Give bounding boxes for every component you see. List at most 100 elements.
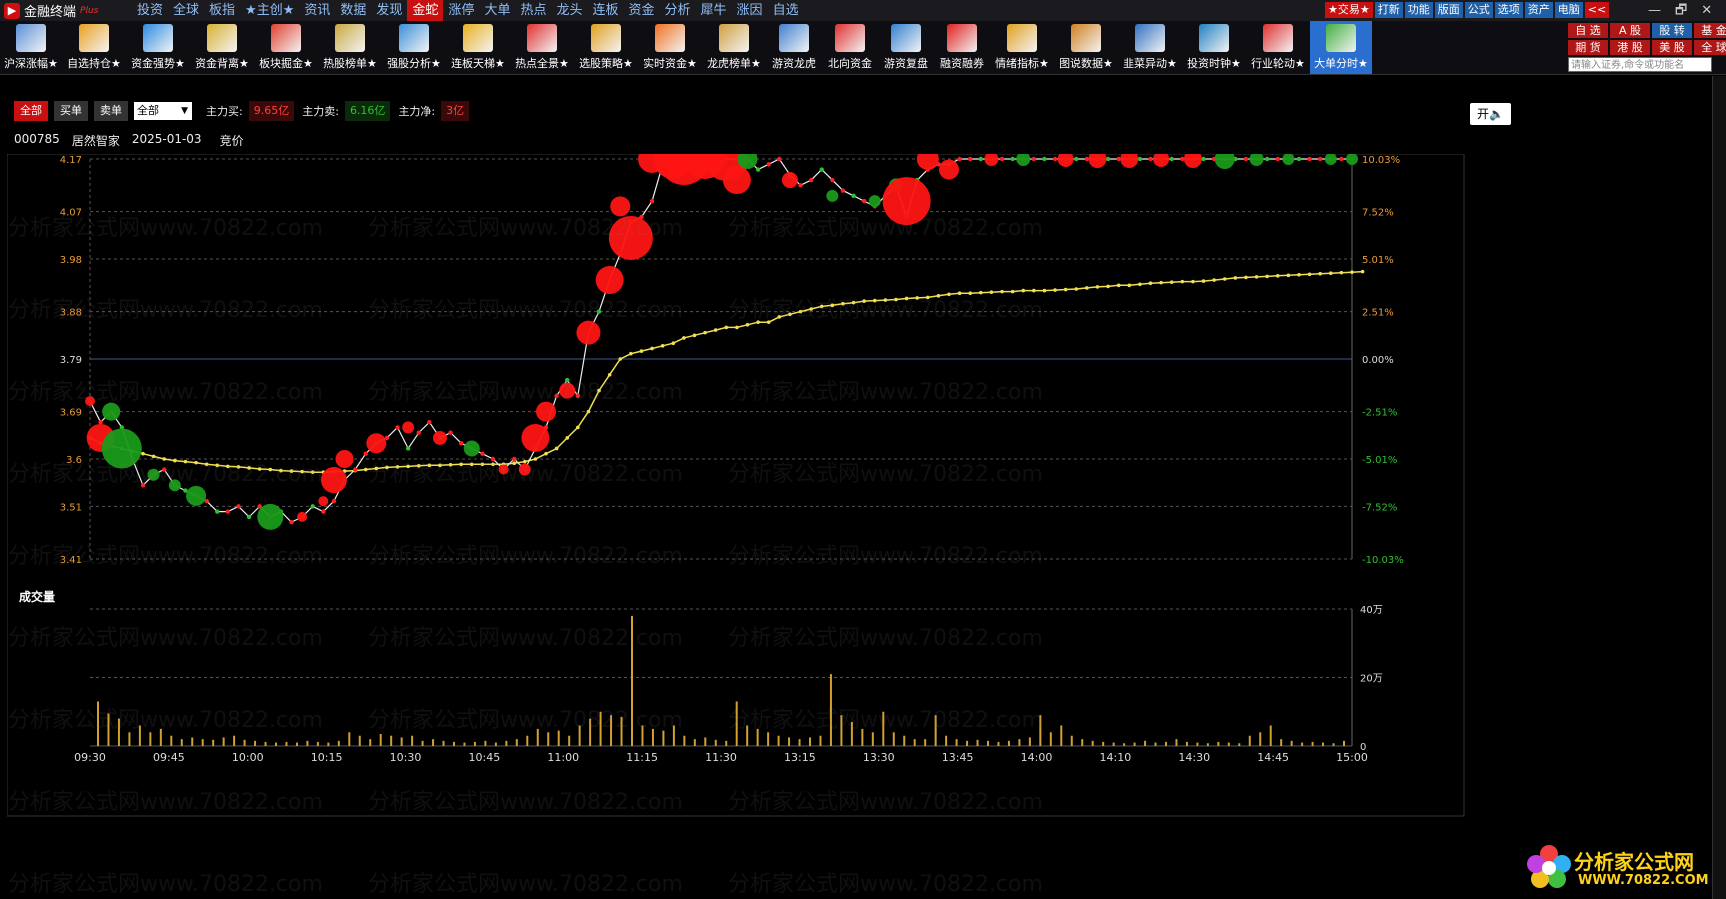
top-button-5[interactable]: 选项 — [1494, 2, 1523, 18]
market-tab-7[interactable]: 全 球 — [1694, 40, 1726, 55]
top-button-4[interactable]: 公式 — [1464, 2, 1493, 18]
top-button-0[interactable]: ★交易★ — [1325, 2, 1373, 18]
price-point — [851, 193, 856, 199]
intraday-chart[interactable]: 4.17 10.03% 4.07 7.52% 3.98 5.01% 3.88 2.51% 3.7… — [7, 154, 1707, 894]
right-sidebar-scroll[interactable] — [1712, 76, 1726, 899]
menu-item-7[interactable]: 金蛇 — [407, 0, 444, 21]
toolbar-item-18[interactable]: 韭菜异动★ — [1118, 21, 1182, 74]
market-tab-5[interactable]: 港 股 — [1610, 40, 1650, 55]
menu-item-13[interactable]: 资金 — [624, 0, 660, 21]
menu-item-9[interactable]: 大单 — [479, 0, 515, 21]
filter-type-select[interactable]: 全部 ▼ — [134, 102, 192, 120]
toolbar-tool-icon — [143, 24, 173, 52]
market-tab-1[interactable]: A 股 — [1610, 23, 1650, 38]
toolbar-item-3[interactable]: 资金背离★ — [190, 21, 254, 74]
menu-item-11[interactable]: 龙头 — [551, 0, 587, 21]
average-price-dot — [576, 425, 580, 430]
average-price-dot — [586, 409, 591, 414]
toolbar-item-0[interactable]: 沪深涨幅★ — [0, 21, 62, 74]
toolbar-item-10[interactable]: 实时资金★ — [638, 21, 702, 74]
average-price-dot — [745, 322, 750, 327]
toolbar-item-8[interactable]: 热点全景★ — [510, 21, 574, 74]
toolbar-item-16[interactable]: 情绪指标★ — [990, 21, 1054, 74]
menu-item-17[interactable]: 自选 — [768, 0, 804, 21]
toolbar-item-5[interactable]: 热股榜单★ — [318, 21, 382, 74]
top-button-8[interactable]: << — [1584, 2, 1610, 18]
toolbar-item-9[interactable]: 选股策略★ — [574, 21, 638, 74]
menu-item-3[interactable]: ★主创★ — [240, 0, 299, 21]
menu-item-1[interactable]: 全球 — [168, 0, 204, 21]
toolbar-item-7[interactable]: 连板天梯★ — [446, 21, 510, 74]
toolbar-item-20[interactable]: 行业轮动★ — [1246, 21, 1310, 74]
order-bubble-sell — [1346, 154, 1358, 165]
stock-name: 居然智家 — [71, 134, 120, 148]
menu-item-6[interactable]: 发现 — [371, 0, 407, 21]
market-tab-0[interactable]: 自 选 — [1568, 23, 1608, 38]
price-point — [957, 156, 962, 162]
sound-toggle-button[interactable]: 开🔈 — [1470, 103, 1511, 125]
toolbar-item-13[interactable]: 北向资金 — [822, 21, 878, 74]
menu-item-5[interactable]: 数据 — [335, 0, 371, 21]
top-button-7[interactable]: 电脑 — [1554, 2, 1583, 18]
order-bubble-sell — [101, 428, 142, 469]
market-tab-4[interactable]: 期 货 — [1568, 40, 1608, 55]
average-price-dot — [204, 462, 209, 467]
toolbar-item-6[interactable]: 强股分析★ — [382, 21, 446, 74]
time-tick-label: 10:45 — [469, 751, 501, 764]
average-price-dot — [618, 357, 623, 361]
toolbar-item-11[interactable]: 龙虎榜单★ — [702, 21, 766, 74]
menu-item-16[interactable]: 涨因 — [732, 0, 768, 21]
price-point — [1296, 156, 1302, 162]
average-price-dot — [894, 297, 898, 302]
menu-item-10[interactable]: 热点 — [515, 0, 551, 21]
average-price-dot — [1350, 270, 1354, 274]
top-button-3[interactable]: 版面 — [1434, 2, 1463, 18]
toolbar-item-21[interactable]: 大单分时★ — [1310, 21, 1372, 74]
stock-mode: 竞价 — [219, 134, 244, 148]
menu-item-2[interactable]: 板指 — [204, 0, 240, 21]
average-price-dot — [257, 467, 262, 471]
market-tab-2[interactable]: 股 转 — [1652, 23, 1692, 38]
average-price-dot — [1328, 271, 1333, 276]
toolbar-item-17[interactable]: 图说数据★ — [1054, 21, 1118, 74]
average-price-dot — [183, 459, 188, 464]
price-tick-label: 3.41 — [60, 555, 82, 566]
menu-item-12[interactable]: 连板 — [587, 0, 623, 21]
toolbar-item-2[interactable]: 资金强势★ — [126, 21, 190, 74]
average-price-dot — [448, 462, 453, 467]
menu-item-15[interactable]: 犀牛 — [696, 0, 732, 21]
stock-date: 2025-01-03 — [131, 132, 202, 146]
toolbar-item-15[interactable]: 融资融券 — [934, 21, 990, 74]
order-bubble-buy — [781, 172, 798, 189]
top-button-2[interactable]: 功能 — [1404, 2, 1433, 18]
menu-item-0[interactable]: 投资 — [132, 0, 168, 21]
price-point — [512, 456, 517, 462]
restore-icon[interactable]: 🗗 — [1675, 0, 1687, 21]
minimize-icon[interactable]: — — [1648, 0, 1661, 21]
top-button-1[interactable]: 打新 — [1374, 2, 1403, 18]
filter-all-button[interactable]: 全部 — [14, 101, 48, 121]
order-bubble-buy — [1183, 154, 1202, 168]
price-point — [162, 467, 167, 472]
menu-item-4[interactable]: 资讯 — [299, 0, 335, 21]
toolbar-item-4[interactable]: 板块掘金★ — [254, 21, 318, 74]
filter-buy-button[interactable]: 买单 — [54, 101, 88, 121]
market-tab-3[interactable]: 基 金 — [1694, 23, 1726, 38]
average-price-dot — [151, 454, 156, 459]
price-point — [1084, 156, 1090, 162]
close-icon[interactable]: ✕ — [1701, 0, 1712, 21]
top-button-6[interactable]: 资产 — [1524, 2, 1553, 18]
average-price-dot — [427, 463, 432, 468]
price-point — [649, 198, 655, 204]
toolbar-item-12[interactable]: 游资龙虎 — [766, 21, 822, 74]
menu-item-14[interactable]: 分析 — [660, 0, 696, 21]
toolbar-item-1[interactable]: 自选持仓★ — [62, 21, 126, 74]
search-input[interactable]: 请输入证券,命令或功能名 — [1568, 57, 1712, 72]
market-tab-6[interactable]: 美 股 — [1652, 40, 1692, 55]
toolbar-item-14[interactable]: 游资复盘 — [878, 21, 934, 74]
toolbar-item-19[interactable]: 投资时钟★ — [1182, 21, 1246, 74]
filter-sell-button[interactable]: 卖单 — [94, 101, 128, 121]
average-price-dot — [1201, 279, 1206, 283]
price-point — [1169, 156, 1174, 162]
menu-item-8[interactable]: 涨停 — [443, 0, 479, 21]
